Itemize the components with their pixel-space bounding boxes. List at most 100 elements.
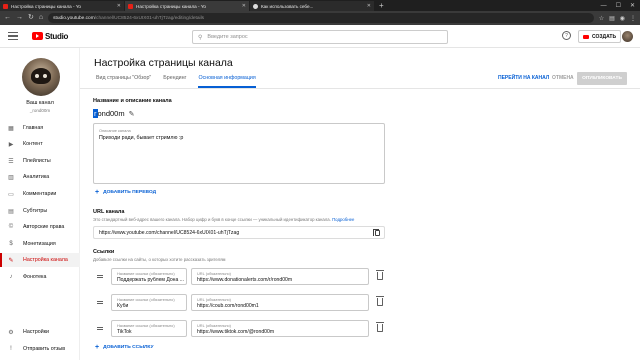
browser-tab[interactable]: Настройка страницы канала - Yo ✕ xyxy=(0,1,124,11)
home-icon[interactable]: ⌂ xyxy=(39,11,43,25)
close-window-icon[interactable]: ✕ xyxy=(630,1,635,11)
sidebar-item-analytics[interactable]: ▥ Аналитика xyxy=(0,170,80,184)
channel-avatar[interactable] xyxy=(22,58,60,96)
cancel-button[interactable]: ОТМЕНА xyxy=(552,75,574,81)
bookmark-star-icon[interactable]: ☆ xyxy=(599,15,604,22)
help-icon[interactable]: ? xyxy=(562,31,571,40)
channel-name-row: rond00m ✎ xyxy=(93,109,134,118)
description-field[interactable]: Описание канала Приходи ради, бывает стр… xyxy=(93,123,385,184)
link-title-field[interactable]: Название ссылки (обязательно) TikTok xyxy=(111,320,187,337)
create-button[interactable]: СОЗДАТЬ xyxy=(578,30,622,43)
sidebar-item-copyright[interactable]: © Авторские права xyxy=(0,220,80,234)
sidebar-item-monetization[interactable]: $ Монетизация xyxy=(0,237,80,251)
channel-handle: _rond00m xyxy=(29,108,51,113)
publish-button[interactable]: ОПУБЛИКОВАТЬ xyxy=(577,72,627,85)
link-title-value: Поддержать рублем Дона ... xyxy=(117,277,184,283)
link-title-field[interactable]: Название ссылки (обязательно) Куби xyxy=(111,294,187,311)
description-value[interactable]: Приходи ради, бывает стримлю :р xyxy=(99,135,183,141)
extensions-icon[interactable]: ▤ xyxy=(609,15,615,22)
avatar-art xyxy=(35,74,39,78)
new-tab-button[interactable]: + xyxy=(375,1,388,11)
sidebar-item-dashboard[interactable]: ▦ Главная xyxy=(0,121,80,135)
account-avatar[interactable] xyxy=(622,31,633,42)
close-tab-icon[interactable]: ✕ xyxy=(242,3,246,9)
sidebar: Ваш канал _rond00m ▦ Главная ▶ Контент ☰ Пл… xyxy=(0,48,80,360)
youtube-favicon-icon xyxy=(128,3,133,9)
sidebar-item-subtitles[interactable]: ▤ Субтитры xyxy=(0,204,80,218)
link-title-value: Куби xyxy=(117,303,129,309)
sidebar-item-audio-library[interactable]: ♪ Фонотека xyxy=(0,270,80,284)
add-link-button[interactable]: + ДОБАВИТЬ ССЫЛКУ xyxy=(95,344,154,351)
link-title-field[interactable]: Название ссылки (обязательно) Поддержать … xyxy=(111,268,187,285)
video-camera-icon xyxy=(583,34,589,39)
search-box[interactable]: ⚲ xyxy=(192,30,448,44)
channel-name[interactable]: Ваш канал xyxy=(0,100,80,106)
sidebar-item-label: Главная xyxy=(23,125,44,131)
sidebar-item-settings[interactable]: ⚙ Настройки xyxy=(0,325,80,339)
plus-icon: + xyxy=(95,344,100,351)
name-section-title: Название и описание канала xyxy=(93,98,172,104)
url-section-title: URL канала xyxy=(93,209,125,215)
url-section-desc: Это стандартный веб-адрес вашего канала.… xyxy=(93,217,354,222)
delete-icon[interactable] xyxy=(376,322,384,332)
back-icon[interactable]: ← xyxy=(4,11,11,25)
learn-more-link[interactable]: Подробнее xyxy=(332,217,354,222)
link-title-label: Название ссылки (обязательно) xyxy=(117,322,175,328)
feedback-icon: ! xyxy=(10,346,12,352)
reload-icon[interactable]: ↻ xyxy=(28,11,34,25)
subtitles-icon: ▤ xyxy=(8,208,14,215)
channel-url-value[interactable]: https://www.youtube.com/channel/UC8524-6… xyxy=(99,230,239,236)
sidebar-item-content[interactable]: ▶ Контент xyxy=(0,137,80,151)
close-tab-icon[interactable]: ✕ xyxy=(367,3,371,9)
hamburger-menu-icon[interactable] xyxy=(8,32,18,40)
channel-name-field[interactable]: rond00m xyxy=(93,109,125,118)
delete-icon[interactable] xyxy=(376,270,384,280)
drag-handle-icon[interactable] xyxy=(97,301,103,306)
tab-layout[interactable]: Вид страницы "Обзор" xyxy=(96,75,151,88)
menu-icon[interactable]: ⋮ xyxy=(630,15,636,22)
dashboard-icon: ▦ xyxy=(8,125,14,132)
avatar-art xyxy=(31,68,51,84)
go-to-channel-button[interactable]: ПЕРЕЙТИ НА КАНАЛ xyxy=(498,75,549,81)
studio-logo[interactable]: Studio xyxy=(32,32,68,41)
add-translation-button[interactable]: + ДОБАВИТЬ ПЕРЕВОД xyxy=(95,189,156,196)
sidebar-item-label: Настройки xyxy=(23,329,49,335)
browser-tab[interactable]: Как использовать себе... ✕ xyxy=(250,1,374,11)
comments-icon: ▭ xyxy=(8,191,14,198)
sidebar-item-feedback[interactable]: ! Отправить отзыв xyxy=(0,342,80,356)
search-input[interactable] xyxy=(207,34,408,40)
sidebar-item-label: Настройка канала xyxy=(23,257,68,263)
close-tab-icon[interactable]: ✕ xyxy=(117,3,121,9)
sidebar-item-comments[interactable]: ▭ Комментарии xyxy=(0,187,80,201)
delete-icon[interactable] xyxy=(376,296,384,306)
sidebar-item-playlists[interactable]: ☰ Плейлисты xyxy=(0,154,80,168)
sidebar-item-label: Аналитика xyxy=(23,174,50,180)
browser-tab-strip: Настройка страницы канала - Yo ✕ Настройк… xyxy=(0,0,640,11)
description-label: Описание канала xyxy=(99,128,131,133)
link-url-field[interactable]: URL (обязательно) https://coub.com/rond00… xyxy=(191,294,369,311)
address-bar[interactable]: studio.youtube.com/channel/UC8524-6xUIX0… xyxy=(48,13,594,23)
divider xyxy=(80,88,640,89)
link-url-field[interactable]: URL (обязательно) https://www.tiktok.com/… xyxy=(191,320,369,337)
link-url-field[interactable]: URL (обязательно) https://www.donationale… xyxy=(191,268,369,285)
browser-tab-active[interactable]: Настройка страницы канала - Yo ✕ xyxy=(125,1,249,11)
profile-icon[interactable]: ◉ xyxy=(620,15,625,22)
add-translation-label: ДОБАВИТЬ ПЕРЕВОД xyxy=(103,190,157,195)
analytics-icon: ▥ xyxy=(8,174,14,181)
link-url-value: https://coub.com/rond00m1 xyxy=(197,303,259,309)
maximize-icon[interactable]: ☐ xyxy=(616,1,621,11)
minimize-icon[interactable]: — xyxy=(601,1,607,11)
sidebar-item-label: Монетизация xyxy=(23,241,56,247)
sidebar-item-customization[interactable]: ✎ Настройка канала xyxy=(0,253,80,267)
drag-handle-icon[interactable] xyxy=(97,275,103,280)
copy-icon[interactable] xyxy=(373,229,380,236)
tab-branding[interactable]: Брендинг xyxy=(163,75,186,88)
tab-basic-info[interactable]: Основная информация xyxy=(198,75,256,88)
sidebar-item-label: Фонотека xyxy=(23,274,47,280)
edit-pencil-icon[interactable]: ✎ xyxy=(129,110,135,118)
customization-icon: ✎ xyxy=(8,257,14,264)
drag-handle-icon[interactable] xyxy=(97,327,103,332)
forward-icon[interactable]: → xyxy=(16,11,23,25)
youtube-logo-icon xyxy=(32,32,43,40)
search-icon: ⚲ xyxy=(198,34,203,41)
